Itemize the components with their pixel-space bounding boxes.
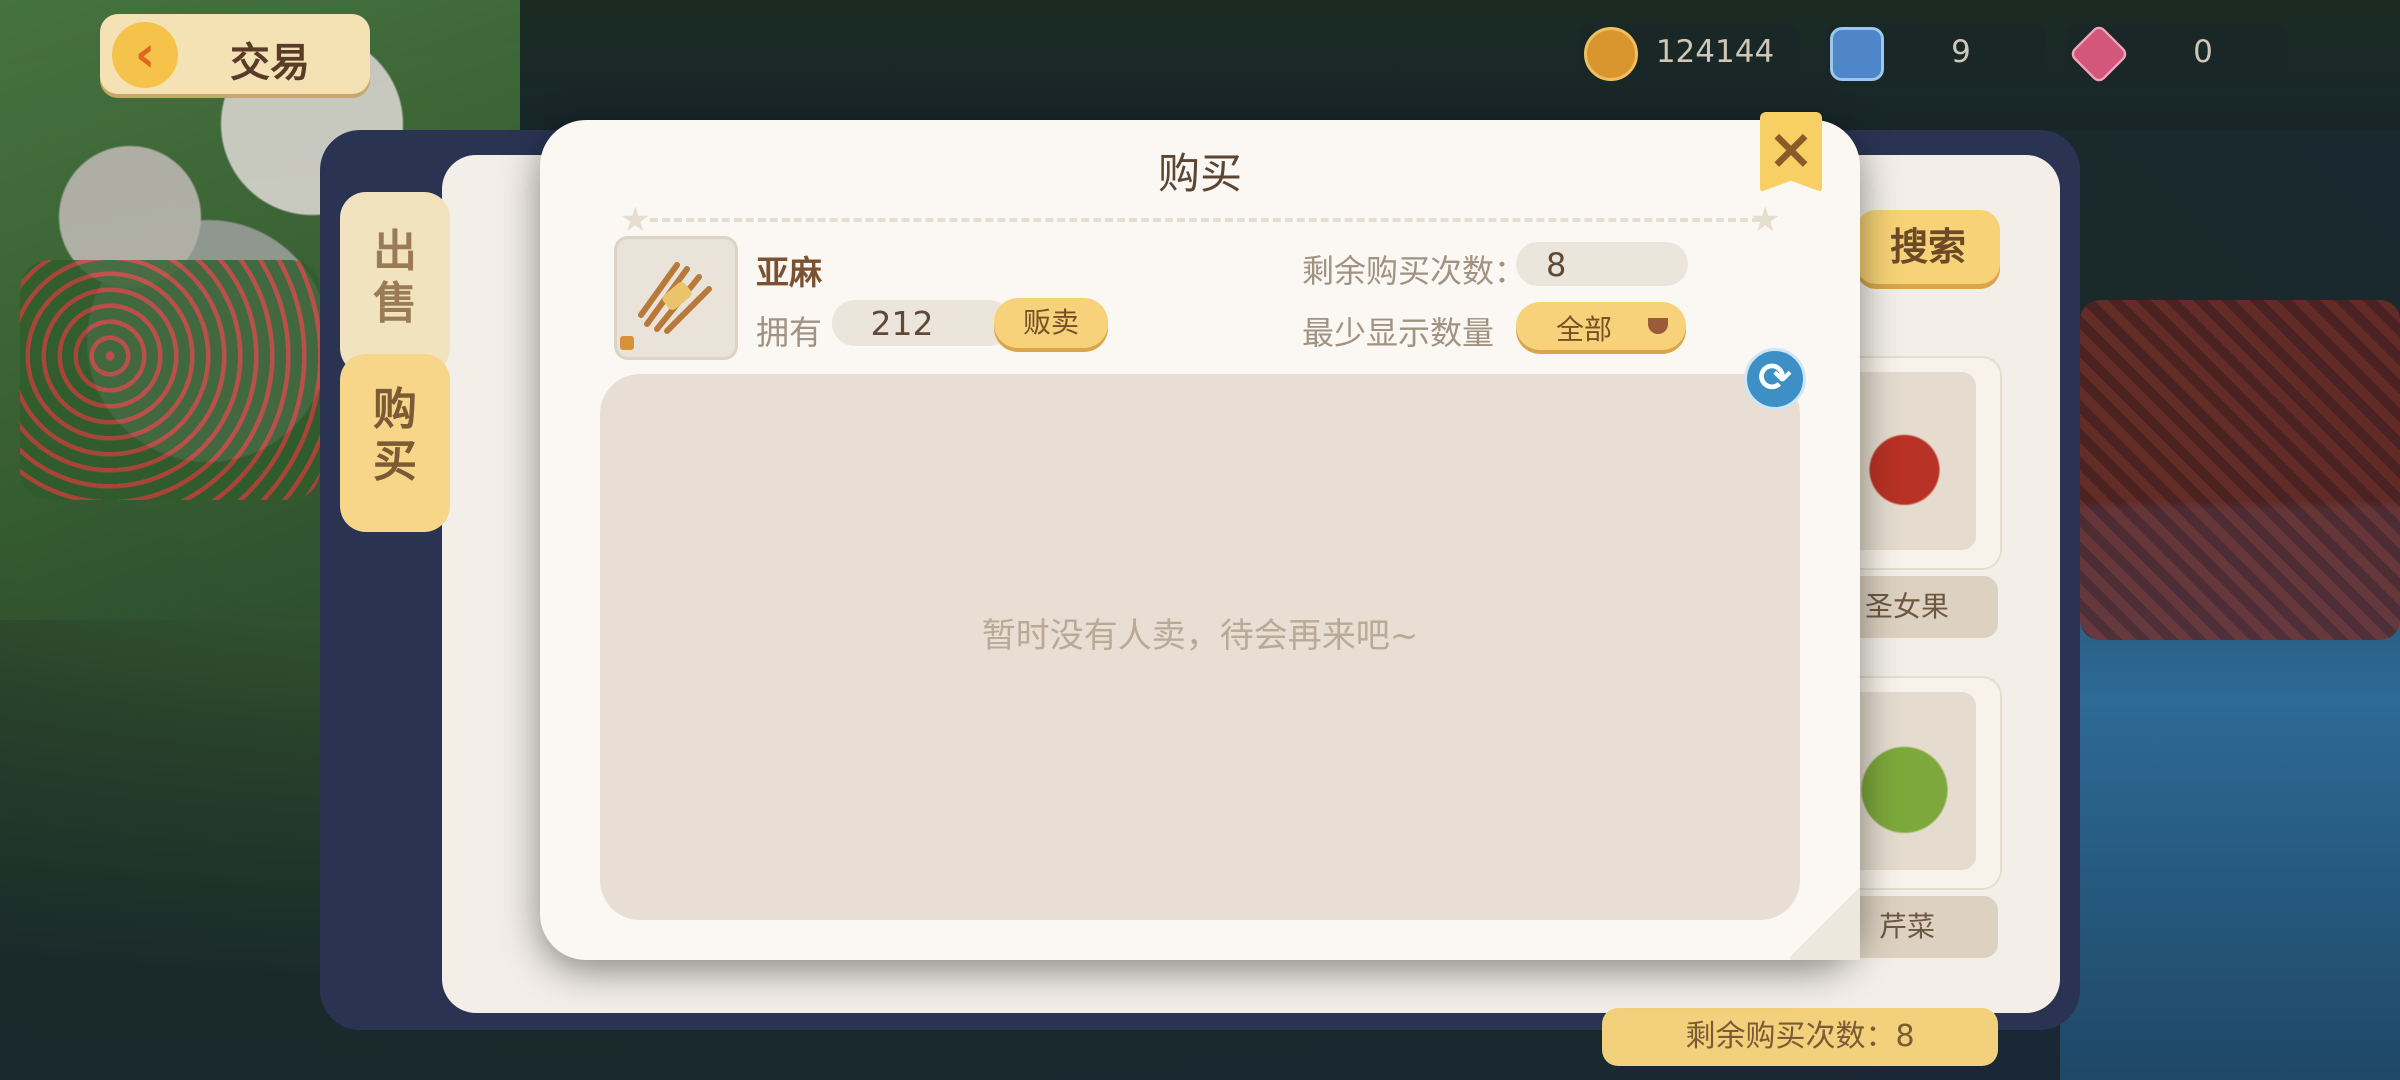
own-count: 212 bbox=[870, 304, 934, 343]
item-quality-badge bbox=[620, 336, 634, 350]
own-label: 拥有 bbox=[756, 313, 822, 352]
coin-icon bbox=[1584, 27, 1638, 81]
page-curl-decoration bbox=[1790, 882, 1860, 960]
title-divider bbox=[650, 218, 1760, 222]
remaining-purchases-value: 8 bbox=[1546, 246, 1567, 284]
refresh-icon[interactable]: ⟳ bbox=[1744, 348, 1806, 410]
tab-buy-char-1: 购 bbox=[373, 384, 417, 435]
back-arrow-icon[interactable]: ‹ bbox=[112, 22, 178, 88]
coin-value: 124144 bbox=[1655, 34, 1775, 70]
tab-buy[interactable]: 购 买 bbox=[340, 354, 450, 532]
flax-icon bbox=[638, 262, 712, 334]
tab-buy-char-2: 买 bbox=[373, 436, 417, 487]
min-display-label: 最少显示数量 bbox=[1302, 314, 1495, 352]
empty-message: 暂时没有人卖，待会再来吧~ bbox=[981, 616, 1419, 656]
celery-icon bbox=[1846, 692, 1976, 870]
tab-sell-char-1: 出 bbox=[373, 226, 417, 277]
dialog-title: 购买 bbox=[1157, 149, 1242, 198]
tab-sell-char-2: 售 bbox=[373, 278, 417, 329]
item-name: 亚麻 bbox=[756, 253, 822, 292]
diamond-value: 0 bbox=[2193, 34, 2213, 70]
sell-button[interactable]: 贩卖 bbox=[994, 298, 1108, 348]
blue-crystal-value: 9 bbox=[1951, 34, 1971, 70]
back-label: 交易 bbox=[230, 40, 310, 86]
tab-sell[interactable]: 出 售 bbox=[340, 192, 450, 374]
search-button[interactable]: 搜索 bbox=[1856, 210, 2000, 284]
scene-fence-right bbox=[2080, 300, 2400, 640]
remaining-purchases-back: 剩余购买次数：8 bbox=[1602, 1008, 1998, 1066]
scene-garden bbox=[20, 260, 320, 500]
blue-crystal-plus-icon[interactable] bbox=[1830, 27, 1884, 81]
min-display-value: 全部 bbox=[1556, 313, 1613, 346]
cherry-tomato-icon bbox=[1846, 372, 1976, 550]
remaining-purchases-label: 剩余购买次数： bbox=[1302, 252, 1527, 290]
star-right-icon: ★ bbox=[1750, 200, 1781, 240]
close-button[interactable]: × bbox=[1760, 112, 1822, 192]
remaining-purchases-field bbox=[1516, 242, 1688, 286]
star-left-icon: ★ bbox=[620, 200, 651, 240]
